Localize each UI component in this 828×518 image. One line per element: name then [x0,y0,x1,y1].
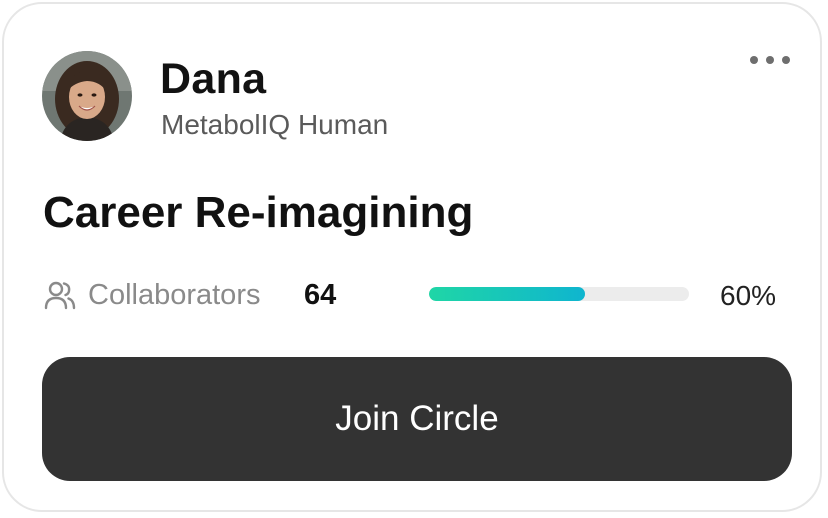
more-horizontal-icon-dot [766,56,774,64]
circle-card: Dana MetabolIQ Human Career Re-imagining… [2,2,822,512]
users-icon [44,281,76,310]
avatar [42,51,132,141]
profile-name: Dana [160,55,267,103]
circle-title: Career Re-imagining [43,188,474,237]
more-horizontal-icon-dot [750,56,758,64]
progress-bar [429,287,689,301]
profile-subtitle: MetabolIQ Human [161,109,389,140]
collaborators-label: Collaborators [88,279,261,311]
progress-bar-fill [429,287,585,301]
avatar-photo [42,51,132,141]
progress-percent: 60% [720,280,777,311]
more-horizontal-icon-dot [782,56,790,64]
join-circle-button[interactable]: Join Circle [42,357,792,481]
more-options-button[interactable] [746,48,794,72]
collaborators-count: 64 [304,279,337,311]
